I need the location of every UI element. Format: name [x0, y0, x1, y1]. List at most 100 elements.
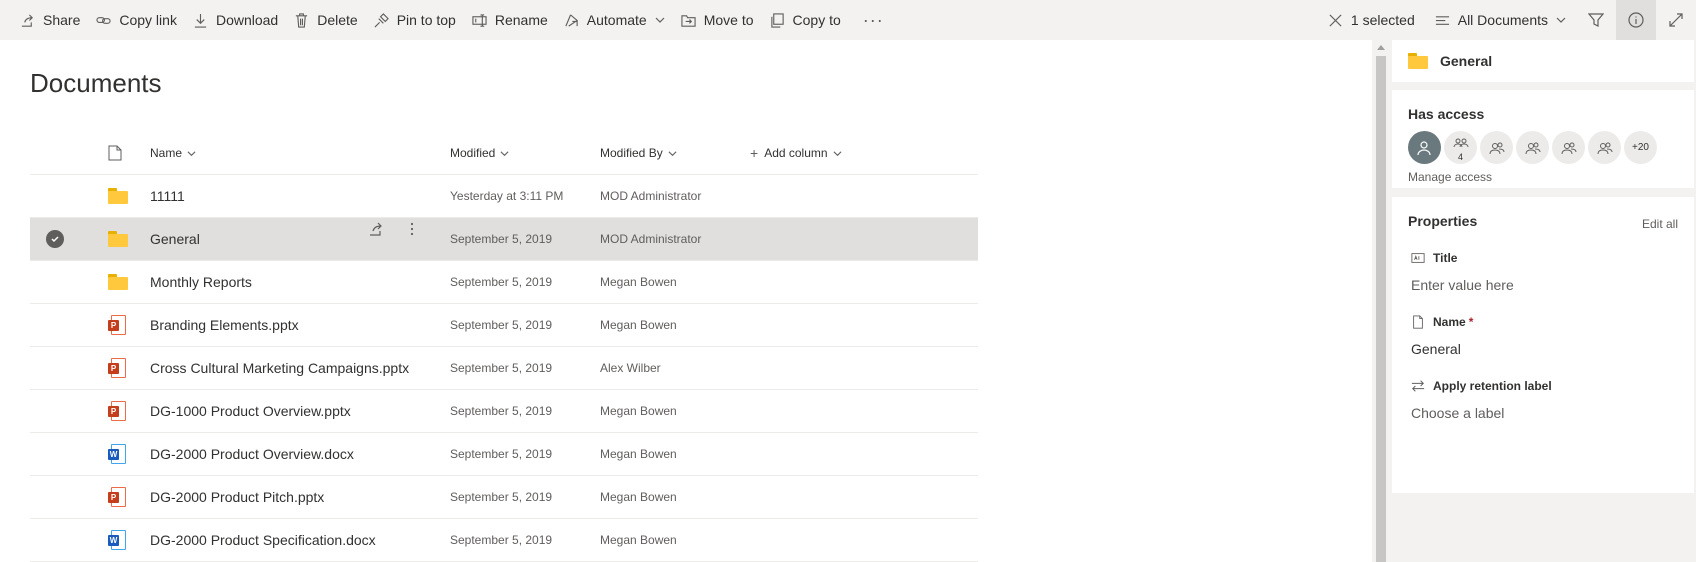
more-members-count: +20 — [1632, 142, 1649, 153]
chevron-down-icon — [833, 150, 842, 156]
clear-selection-button[interactable]: 1 selected — [1318, 0, 1425, 40]
group-avatar[interactable]: 4 — [1444, 131, 1477, 164]
copy-link-button[interactable]: Copy link — [88, 0, 185, 40]
table-row[interactable]: P Branding Elements.pptx September 5, 2019… — [30, 304, 978, 347]
file-name-link[interactable]: DG-2000 Product Overview.docx — [150, 446, 354, 462]
retention-property-label: Apply retention label — [1408, 379, 1678, 393]
modified-by-column-header[interactable]: Modified By — [600, 146, 750, 160]
pin-to-top-button[interactable]: Pin to top — [366, 0, 464, 40]
download-icon — [194, 13, 207, 28]
table-row[interactable]: P DG-1000 Product Overview.pptx September … — [30, 390, 978, 433]
file-type-header[interactable] — [80, 145, 150, 161]
people-icon — [1561, 142, 1576, 154]
move-to-button[interactable]: Move to — [673, 0, 762, 40]
more-members-badge[interactable]: +20 — [1624, 131, 1657, 164]
filter-button[interactable] — [1576, 0, 1616, 40]
row-modified: September 5, 2019 — [450, 318, 553, 332]
row-modified: September 5, 2019 — [450, 404, 553, 418]
row-file-type — [80, 274, 150, 290]
copy-to-button[interactable]: Copy to — [762, 0, 849, 40]
delete-button[interactable]: Delete — [286, 0, 365, 40]
modified-column-label: Modified — [450, 146, 496, 160]
table-row[interactable]: W DG-2000 Product Specification.docx Septe… — [30, 519, 978, 562]
checkmark-circle-icon[interactable] — [46, 230, 64, 248]
command-bar: Share Copy link Download Delete Pin to t… — [0, 0, 1696, 40]
group-avatar[interactable] — [1552, 131, 1585, 164]
add-column-button[interactable]: + Add column — [750, 145, 900, 161]
row-name-cell: DG-2000 Product Pitch.pptx — [150, 489, 450, 505]
scrollbar[interactable] — [1372, 40, 1390, 562]
view-switcher[interactable]: All Documents — [1425, 0, 1576, 40]
group-avatar[interactable] — [1516, 131, 1549, 164]
row-modified: September 5, 2019 — [450, 361, 553, 375]
title-property: Title Enter value here — [1408, 251, 1678, 293]
automate-button[interactable]: Automate — [556, 0, 673, 40]
row-name-cell: 11111 — [150, 188, 450, 204]
table-row[interactable]: 11111 Yesterday at 3:11 PM MOD Administrat… — [30, 175, 978, 218]
modified-column-header[interactable]: Modified — [450, 146, 600, 160]
details-item-name: General — [1440, 53, 1493, 69]
expand-button[interactable] — [1656, 0, 1696, 40]
row-name-cell: Monthly Reports — [150, 274, 450, 290]
file-name-link[interactable]: DG-2000 Product Specification.docx — [150, 532, 376, 548]
row-name-cell: Cross Cultural Marketing Campaigns.pptx — [150, 360, 450, 376]
table-row[interactable]: W DG-2000 Product Overview.docx September … — [30, 433, 978, 476]
table-row[interactable]: Monthly Reports September 5, 2019 Megan Bo… — [30, 261, 978, 304]
name-column-header[interactable]: Name — [150, 146, 450, 160]
row-file-type: W — [80, 530, 150, 550]
row-select-cell[interactable] — [30, 230, 80, 248]
row-modified-by: MOD Administrator — [600, 189, 702, 203]
file-name-link[interactable]: Monthly Reports — [150, 274, 252, 290]
chevron-down-icon — [500, 150, 509, 156]
file-name-link[interactable]: DG-2000 Product Pitch.pptx — [150, 489, 324, 505]
retention-property: Apply retention label Choose a label — [1408, 379, 1678, 421]
retention-label-picker[interactable]: Choose a label — [1408, 405, 1678, 421]
more-options-button[interactable]: ··· — [849, 0, 898, 40]
command-bar-right: 1 selected All Documents — [1318, 0, 1696, 40]
info-icon — [1628, 12, 1644, 28]
download-button[interactable]: Download — [185, 0, 286, 40]
rename-button[interactable]: Rename — [464, 0, 556, 40]
title-input[interactable]: Enter value here — [1408, 277, 1678, 293]
details-header: General — [1392, 40, 1694, 82]
group-avatar[interactable] — [1588, 131, 1621, 164]
copy-link-label: Copy link — [119, 12, 177, 28]
copy-to-label: Copy to — [792, 12, 841, 28]
share-icon[interactable] — [368, 221, 384, 237]
move-to-label: Move to — [703, 12, 754, 28]
row-modified: Yesterday at 3:11 PM — [450, 189, 564, 203]
avatar[interactable] — [1408, 131, 1441, 164]
table-row[interactable]: P Cross Cultural Marketing Campaigns.pptx… — [30, 347, 978, 390]
document-icon — [1413, 315, 1423, 329]
main-content: Documents Name Modified Modified By + Ad… — [0, 40, 1372, 562]
file-name-link[interactable]: Cross Cultural Marketing Campaigns.pptx — [150, 360, 409, 376]
scroll-up-arrow-icon[interactable] — [1377, 45, 1385, 50]
name-input[interactable]: General — [1408, 341, 1678, 357]
file-name-link[interactable]: General — [150, 231, 200, 247]
table-row[interactable]: General September 5, 2019 MOD Administrato… — [30, 218, 978, 261]
group-member-count: 4 — [1457, 152, 1463, 162]
folder-icon — [108, 274, 128, 290]
group-avatar[interactable] — [1480, 131, 1513, 164]
file-name-link[interactable]: 11111 — [150, 188, 185, 204]
modified-by-column-label: Modified By — [600, 146, 663, 160]
table-row[interactable]: P DG-2000 Product Pitch.pptx September 5, … — [30, 476, 978, 519]
word-icon: W — [108, 530, 126, 550]
people-icon — [1597, 142, 1612, 154]
title-property-label: Title — [1408, 251, 1678, 265]
close-icon — [1329, 13, 1342, 27]
chevron-down-icon — [655, 17, 665, 23]
row-modified-by: Megan Bowen — [600, 490, 677, 504]
filter-icon — [1588, 13, 1604, 27]
view-list-icon — [1435, 15, 1449, 25]
file-name-link[interactable]: DG-1000 Product Overview.pptx — [150, 403, 351, 419]
more-vertical-icon[interactable] — [404, 221, 420, 237]
plus-icon: + — [750, 145, 759, 161]
file-name-link[interactable]: Branding Elements.pptx — [150, 317, 299, 333]
manage-access-link[interactable]: Manage access — [1408, 170, 1678, 184]
scrollbar-thumb[interactable] — [1376, 56, 1386, 562]
row-name-cell: General — [150, 222, 450, 247]
share-button[interactable]: Share — [12, 0, 88, 40]
info-pane-button[interactable] — [1616, 0, 1656, 40]
edit-all-link[interactable]: Edit all — [1642, 217, 1678, 231]
